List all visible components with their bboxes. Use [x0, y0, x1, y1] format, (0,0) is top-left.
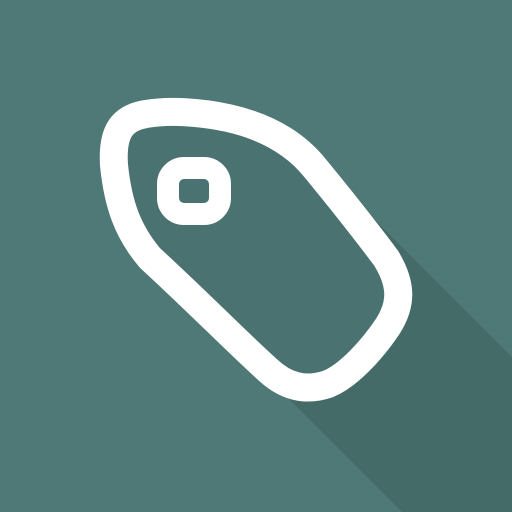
- price-tag-icon: [0, 0, 512, 512]
- app-icon: [0, 0, 512, 512]
